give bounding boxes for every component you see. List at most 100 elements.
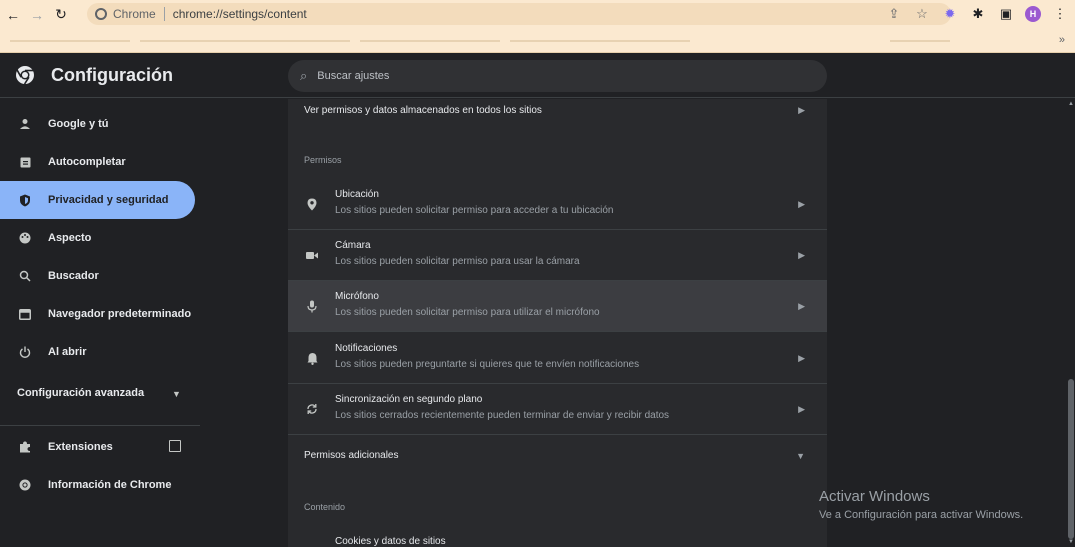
- chevron-right-icon: ▶: [798, 300, 805, 311]
- search-icon: ⌕: [300, 68, 308, 83]
- chrome-logo-icon: [18, 478, 32, 492]
- sidebar-item-label: Al abrir: [48, 346, 87, 358]
- bookmark-item[interactable]: [890, 40, 950, 42]
- address-chip: Chrome: [113, 7, 156, 21]
- star-icon[interactable]: ☆: [913, 5, 931, 23]
- browser-icon: [18, 307, 32, 321]
- sidebar-item-autofill[interactable]: Autocompletar: [0, 143, 195, 181]
- permission-desc: Los sitios pueden solicitar permiso para…: [335, 205, 614, 216]
- all-sites-row[interactable]: Ver permisos y datos almacenados en todo…: [288, 99, 827, 121]
- avatar[interactable]: H: [1025, 6, 1041, 22]
- side-panel-icon[interactable]: ▣: [997, 5, 1015, 23]
- sidebar-item-label: Google y tú: [48, 118, 109, 130]
- address-bar[interactable]: Chrome chrome://settings/content: [87, 3, 951, 25]
- permission-desc: Los sitios pueden solicitar permiso para…: [335, 256, 580, 267]
- sidebar-item-extensions[interactable]: Extensiones: [0, 428, 195, 466]
- person-icon: [18, 117, 32, 131]
- search-icon: [18, 269, 32, 283]
- scrollbar-thumb[interactable]: [1068, 379, 1074, 539]
- puzzle-icon: [18, 440, 32, 454]
- sidebar-item-label: Autocompletar: [48, 156, 126, 168]
- bookmark-item[interactable]: [510, 40, 690, 42]
- back-arrow-icon[interactable]: ←: [2, 4, 24, 26]
- toolbar-actions: ⇪ ☆ ✹ ✱ ▣ H ⋮: [885, 3, 1069, 25]
- chevron-right-icon: ▶: [798, 249, 805, 260]
- activation-watermark-text: Ve a Configuración para activar Windows.: [819, 509, 1024, 521]
- sidebar-item-label: Aspecto: [48, 232, 92, 244]
- permission-background-sync[interactable]: Sincronización en segundo plano Los siti…: [288, 384, 827, 435]
- all-sites-label: Ver permisos y datos almacenados en todo…: [304, 104, 542, 116]
- permission-camera[interactable]: Cámara Los sitios pueden solicitar permi…: [288, 230, 827, 281]
- settings-header: Configuración ⌕: [0, 54, 1075, 98]
- page-title: Configuración: [51, 65, 173, 85]
- forward-arrow-icon[interactable]: →: [26, 4, 48, 26]
- permission-desc: Los sitios cerrados recientemente pueden…: [335, 410, 670, 421]
- palette-icon: [18, 231, 32, 245]
- shield-icon: [18, 193, 32, 207]
- activation-watermark-title: Activar Windows: [819, 488, 930, 505]
- bookmark-item[interactable]: [360, 40, 500, 42]
- permission-desc: Los sitios pueden solicitar permiso para…: [335, 307, 600, 318]
- chevron-right-icon: ▶: [798, 104, 805, 115]
- additional-permissions-label: Permisos adicionales: [304, 450, 399, 461]
- permission-notifications[interactable]: Notificaciones Los sitios pueden pregunt…: [288, 333, 827, 384]
- chevron-down-icon[interactable]: ▼: [172, 389, 181, 399]
- permission-location[interactable]: Ubicación Los sitios pueden solicitar pe…: [288, 179, 827, 230]
- sidebar-item-label: Buscador: [48, 270, 99, 282]
- permission-title: Cámara: [335, 240, 371, 251]
- sidebar-item-google[interactable]: Google y tú: [0, 105, 195, 143]
- permission-title: Sincronización en segundo plano: [335, 394, 483, 405]
- share-icon[interactable]: ⇪: [885, 5, 903, 23]
- browser-toolbar: ← → ↻ Chrome chrome://settings/content ⇪…: [0, 0, 1075, 29]
- bookmarks-more[interactable]: »: [1059, 34, 1065, 46]
- sidebar-item-appearance[interactable]: Aspecto: [0, 219, 195, 257]
- scrollbar[interactable]: ▲ ▼: [1067, 99, 1075, 547]
- sidebar-item-default-browser[interactable]: Navegador predeterminado: [0, 295, 195, 333]
- settings-search[interactable]: ⌕: [288, 60, 827, 92]
- reload-icon[interactable]: ↻: [50, 4, 72, 26]
- location-pin-icon: [306, 198, 318, 210]
- sidebar: Google y tú Autocompletar Privacidad y s…: [0, 99, 200, 547]
- microphone-icon: [306, 300, 318, 312]
- permission-title: Ubicación: [335, 189, 379, 200]
- section-content: Contenido: [304, 502, 346, 512]
- bell-icon: [306, 352, 318, 365]
- permission-title: Micrófono: [335, 291, 379, 302]
- clipboard-icon: [18, 155, 32, 169]
- settings-card: Ver permisos y datos almacenados en todo…: [288, 99, 827, 547]
- camera-icon: [306, 249, 318, 261]
- additional-permissions-row[interactable]: Permisos adicionales ▼: [288, 436, 827, 475]
- sidebar-item-privacy[interactable]: Privacidad y seguridad: [0, 181, 195, 219]
- cookies-row-label[interactable]: Cookies y datos de sitios: [335, 536, 446, 547]
- address-divider: [163, 7, 165, 21]
- scroll-up-icon[interactable]: ▲: [1068, 101, 1074, 107]
- bookmarks-bar: »: [0, 29, 1075, 53]
- menu-dots-icon[interactable]: ⋮: [1051, 5, 1069, 23]
- sidebar-item-about[interactable]: Información de Chrome: [0, 466, 195, 504]
- permission-desc: Los sitios pueden preguntarte si quieres…: [335, 359, 640, 370]
- search-input[interactable]: [317, 70, 798, 82]
- section-permissions: Permisos: [304, 155, 342, 165]
- chevron-right-icon: ▶: [798, 403, 805, 414]
- sidebar-item-search-engine[interactable]: Buscador: [0, 257, 195, 295]
- sidebar-item-on-startup[interactable]: Al abrir: [0, 333, 195, 371]
- sidebar-item-label: Navegador predeterminado: [48, 308, 192, 320]
- puzzle-icon[interactable]: ✱: [969, 5, 987, 23]
- sidebar-advanced[interactable]: Configuración avanzada: [17, 387, 144, 399]
- bookmark-item[interactable]: [10, 40, 130, 42]
- sidebar-item-label: Privacidad y seguridad: [48, 194, 169, 206]
- sidebar-divider: [0, 425, 200, 426]
- chevron-down-icon: ▼: [796, 450, 805, 461]
- address-url: chrome://settings/content: [172, 7, 307, 21]
- external-link-icon[interactable]: [169, 440, 181, 452]
- scroll-down-icon[interactable]: ▼: [1068, 539, 1074, 545]
- bookmark-item[interactable]: [140, 40, 350, 42]
- extension-flower-icon[interactable]: ✹: [941, 5, 959, 23]
- permission-microphone[interactable]: Micrófono Los sitios pueden solicitar pe…: [288, 281, 827, 332]
- chevron-right-icon: ▶: [798, 198, 805, 209]
- permission-title: Notificaciones: [335, 343, 398, 354]
- sidebar-item-label: Información de Chrome: [48, 479, 172, 491]
- power-icon: [18, 345, 32, 359]
- chevron-right-icon: ▶: [798, 352, 805, 363]
- sync-icon: [306, 403, 318, 415]
